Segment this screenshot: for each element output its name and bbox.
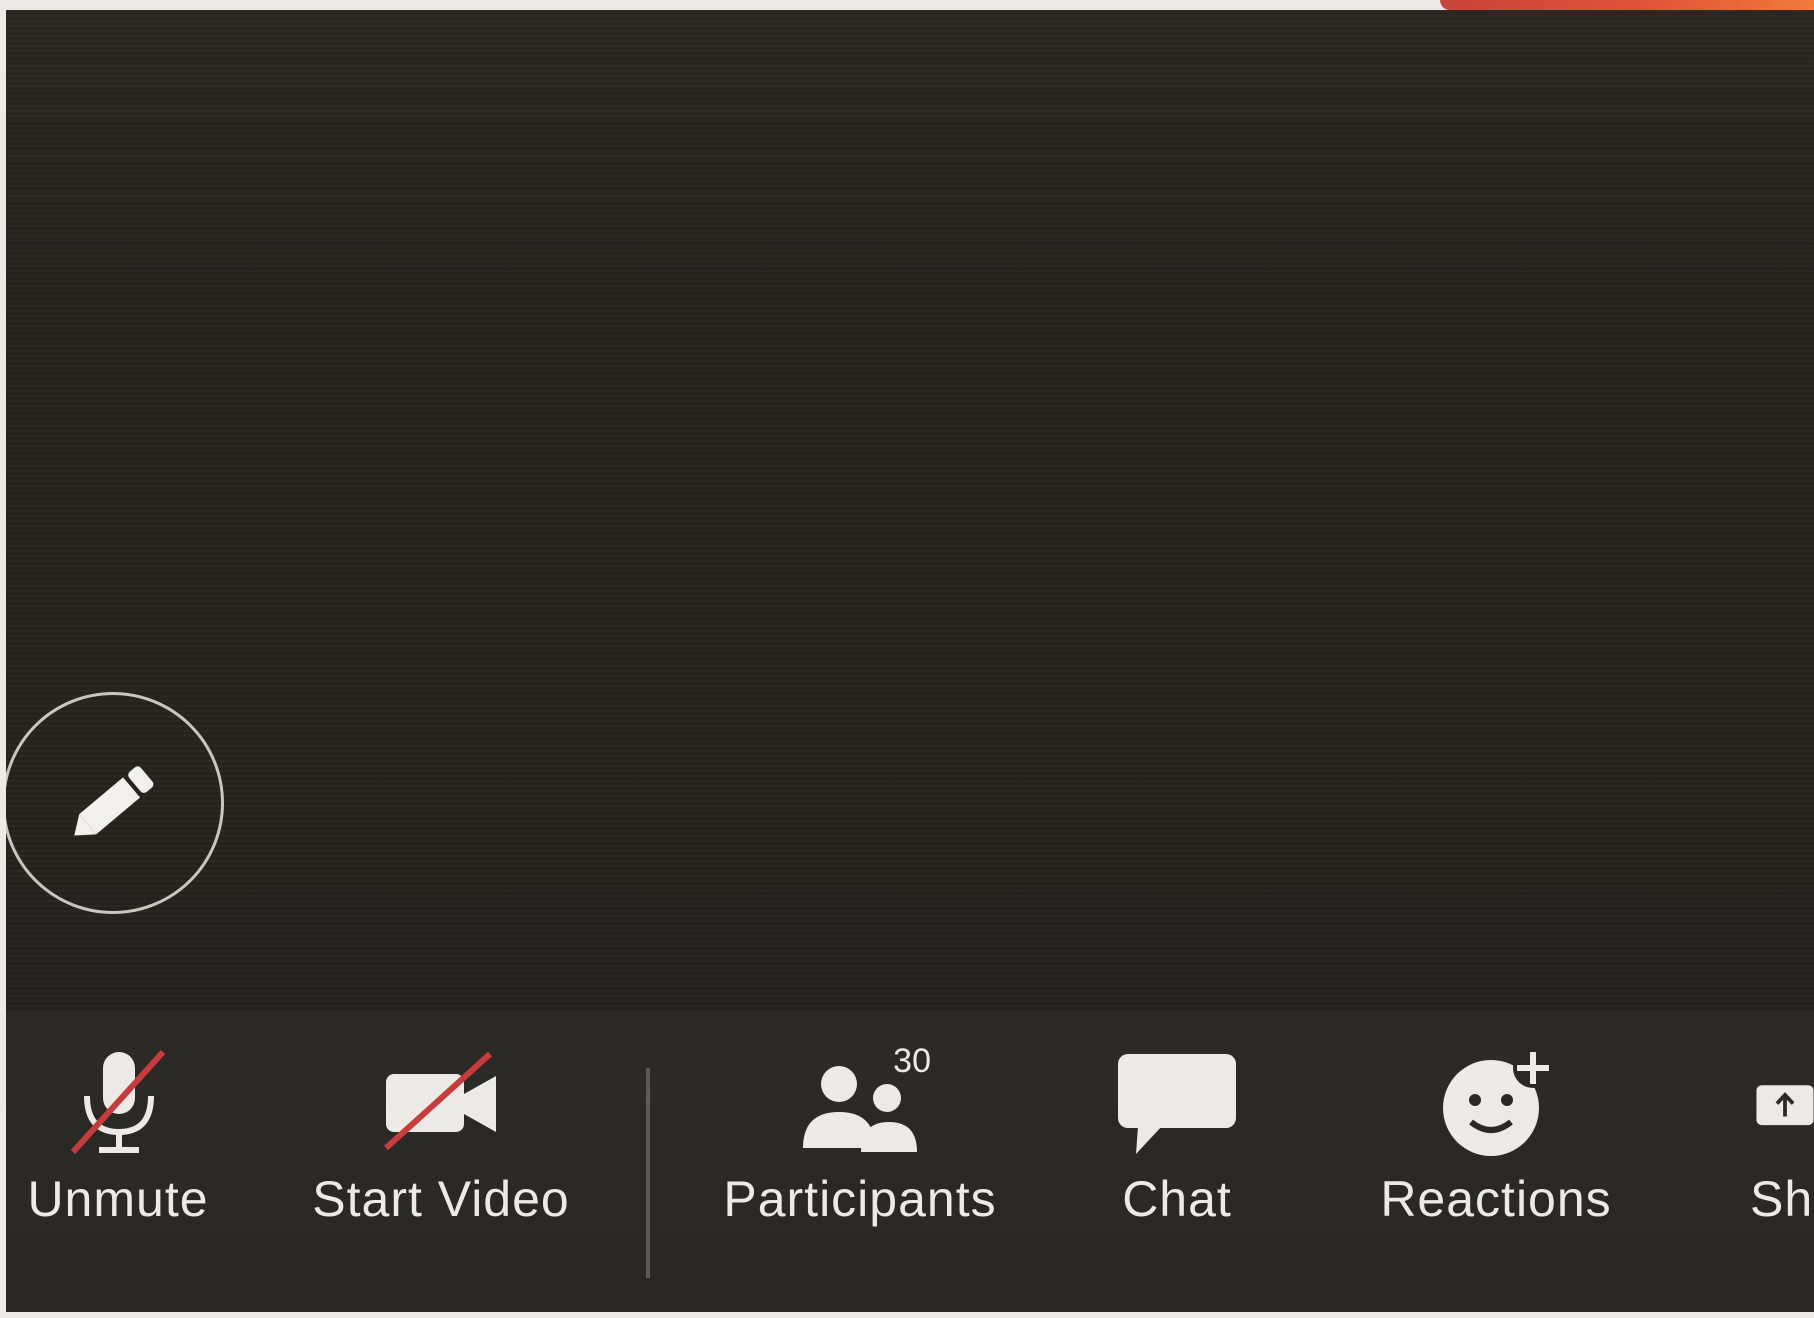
unmute-button[interactable]: Unmute [6, 1048, 230, 1228]
reactions-button[interactable]: Reactions [1370, 1048, 1622, 1228]
participants-label: Participants [723, 1171, 997, 1227]
chat-button[interactable]: Chat [1102, 1048, 1252, 1228]
share-screen-icon [1750, 1048, 1814, 1158]
top-accent-bar [1440, 0, 1814, 10]
participants-button[interactable]: 30 Participants [710, 1042, 1010, 1228]
start-video-button[interactable]: Start Video [302, 1048, 580, 1228]
video-camera-off-icon [376, 1048, 506, 1158]
reactions-label: Reactions [1380, 1171, 1612, 1227]
annotate-button[interactable] [6, 692, 224, 914]
microphone-muted-icon [53, 1048, 183, 1158]
start-video-label: Start Video [312, 1171, 570, 1227]
share-label: Sh [1750, 1171, 1814, 1227]
chat-label: Chat [1122, 1171, 1232, 1227]
meeting-toolbar: Unmute Start Video 30 Participants Chat … [6, 1012, 1814, 1312]
pencil-icon [74, 766, 154, 836]
smiley-plus-icon [1431, 1048, 1561, 1158]
unmute-label: Unmute [27, 1171, 209, 1227]
people-icon: 30 [795, 1042, 931, 1158]
participants-count-badge: 30 [893, 1042, 931, 1080]
share-screen-button[interactable]: Sh [1750, 1048, 1814, 1228]
speech-bubble-icon [1112, 1048, 1242, 1158]
toolbar-divider [646, 1068, 650, 1278]
meeting-video-area: Unmute Start Video 30 Participants Chat … [6, 10, 1814, 1312]
